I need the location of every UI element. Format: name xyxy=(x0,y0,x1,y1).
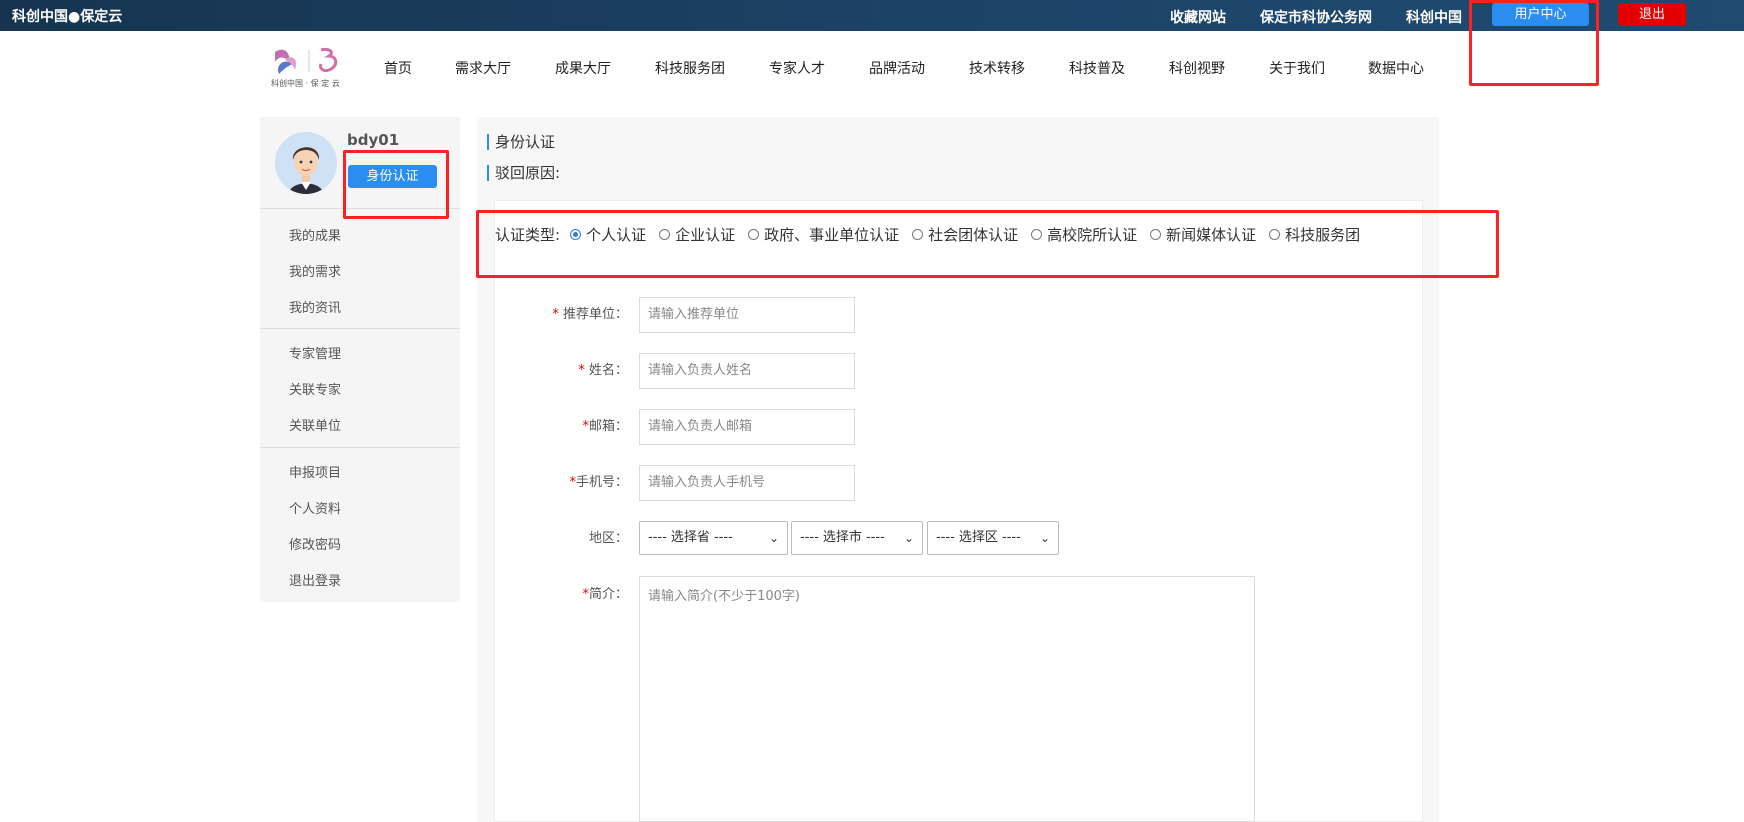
sidebar-item-my-demands[interactable]: 我的需求 xyxy=(289,261,341,280)
nav-tech-transfer[interactable]: 技术转移 xyxy=(969,58,1025,78)
intro-textarea[interactable]: 请输入简介(不少于100字) xyxy=(639,576,1255,822)
kechuang-china-link[interactable]: 科创中国 xyxy=(1406,7,1462,27)
site-name: 科创中国●保定云 xyxy=(12,9,123,25)
bookmark-site-link[interactable]: 收藏网站 xyxy=(1170,7,1226,27)
email-label: *邮箱： xyxy=(582,419,628,434)
sidebar-item-apply-project[interactable]: 申报项目 xyxy=(289,462,341,481)
phone-input[interactable]: 请输入负责人手机号 xyxy=(639,465,855,501)
sidebar-item-linked-experts[interactable]: 关联专家 xyxy=(289,379,341,398)
annotation-box-cert-type xyxy=(476,210,1499,278)
sidebar-item-change-password[interactable]: 修改密码 xyxy=(289,534,341,553)
sidebar-item-my-achievements[interactable]: 我的成果 xyxy=(289,225,341,244)
chevron-down-icon: ⌄ xyxy=(1039,531,1050,545)
sidebar-item-my-news[interactable]: 我的资讯 xyxy=(289,297,341,316)
name-label: * 姓名： xyxy=(578,363,628,378)
annotation-box-user-center xyxy=(1469,0,1599,86)
association-link[interactable]: 保定市科协公务网 xyxy=(1260,7,1372,27)
page-title: 身份认证 xyxy=(487,134,555,150)
nav-brand-activities[interactable]: 品牌活动 xyxy=(869,58,925,78)
logo-text: 科创中国 · 保 定 云 xyxy=(271,79,340,88)
name-input[interactable]: 请输入负责人姓名 xyxy=(639,353,855,389)
reject-reason-label: 驳回原因: xyxy=(487,165,560,181)
sidebar-item-profile[interactable]: 个人资料 xyxy=(289,498,341,517)
nav-data-center[interactable]: 数据中心 xyxy=(1368,58,1424,78)
intro-label: *简介： xyxy=(582,587,628,602)
sidebar-item-expert-management[interactable]: 专家管理 xyxy=(289,343,341,362)
chevron-down-icon: ⌄ xyxy=(903,531,914,545)
nav-about-us[interactable]: 关于我们 xyxy=(1269,58,1325,78)
sidebar-divider xyxy=(260,328,460,329)
district-select[interactable]: ---- 选择区 ---- ⌄ xyxy=(927,521,1059,555)
sidebar-item-linked-units[interactable]: 关联单位 xyxy=(289,415,341,434)
sidebar-item-logout[interactable]: 退出登录 xyxy=(289,570,341,589)
nav-achievement-hall[interactable]: 成果大厅 xyxy=(555,58,611,78)
nav-science-popularization[interactable]: 科技普及 xyxy=(1069,58,1125,78)
email-input[interactable]: 请输入负责人邮箱 xyxy=(639,409,855,445)
username: bdy01 xyxy=(347,131,400,149)
nav-home[interactable]: 首页 xyxy=(384,58,412,78)
chevron-down-icon: ⌄ xyxy=(768,531,779,545)
nav-innovation-vision[interactable]: 科创视野 xyxy=(1169,58,1225,78)
nav-demand-hall[interactable]: 需求大厅 xyxy=(455,58,511,78)
nav-experts[interactable]: 专家人才 xyxy=(769,58,825,78)
recommend-unit-input[interactable]: 请输入推荐单位 xyxy=(639,297,855,333)
region-label: 地区： xyxy=(588,531,628,546)
city-select[interactable]: ---- 选择市 ---- ⌄ xyxy=(791,521,923,555)
annotation-box-verify xyxy=(343,150,449,219)
phone-label: *手机号： xyxy=(569,475,628,490)
recommend-unit-label: * 推荐单位： xyxy=(552,307,628,322)
sidebar-divider xyxy=(260,447,460,448)
province-select[interactable]: ---- 选择省 ---- ⌄ xyxy=(639,521,788,555)
avatar xyxy=(275,132,337,194)
logout-button[interactable]: 退出 xyxy=(1618,3,1686,26)
nav-service-team[interactable]: 科技服务团 xyxy=(655,58,725,78)
